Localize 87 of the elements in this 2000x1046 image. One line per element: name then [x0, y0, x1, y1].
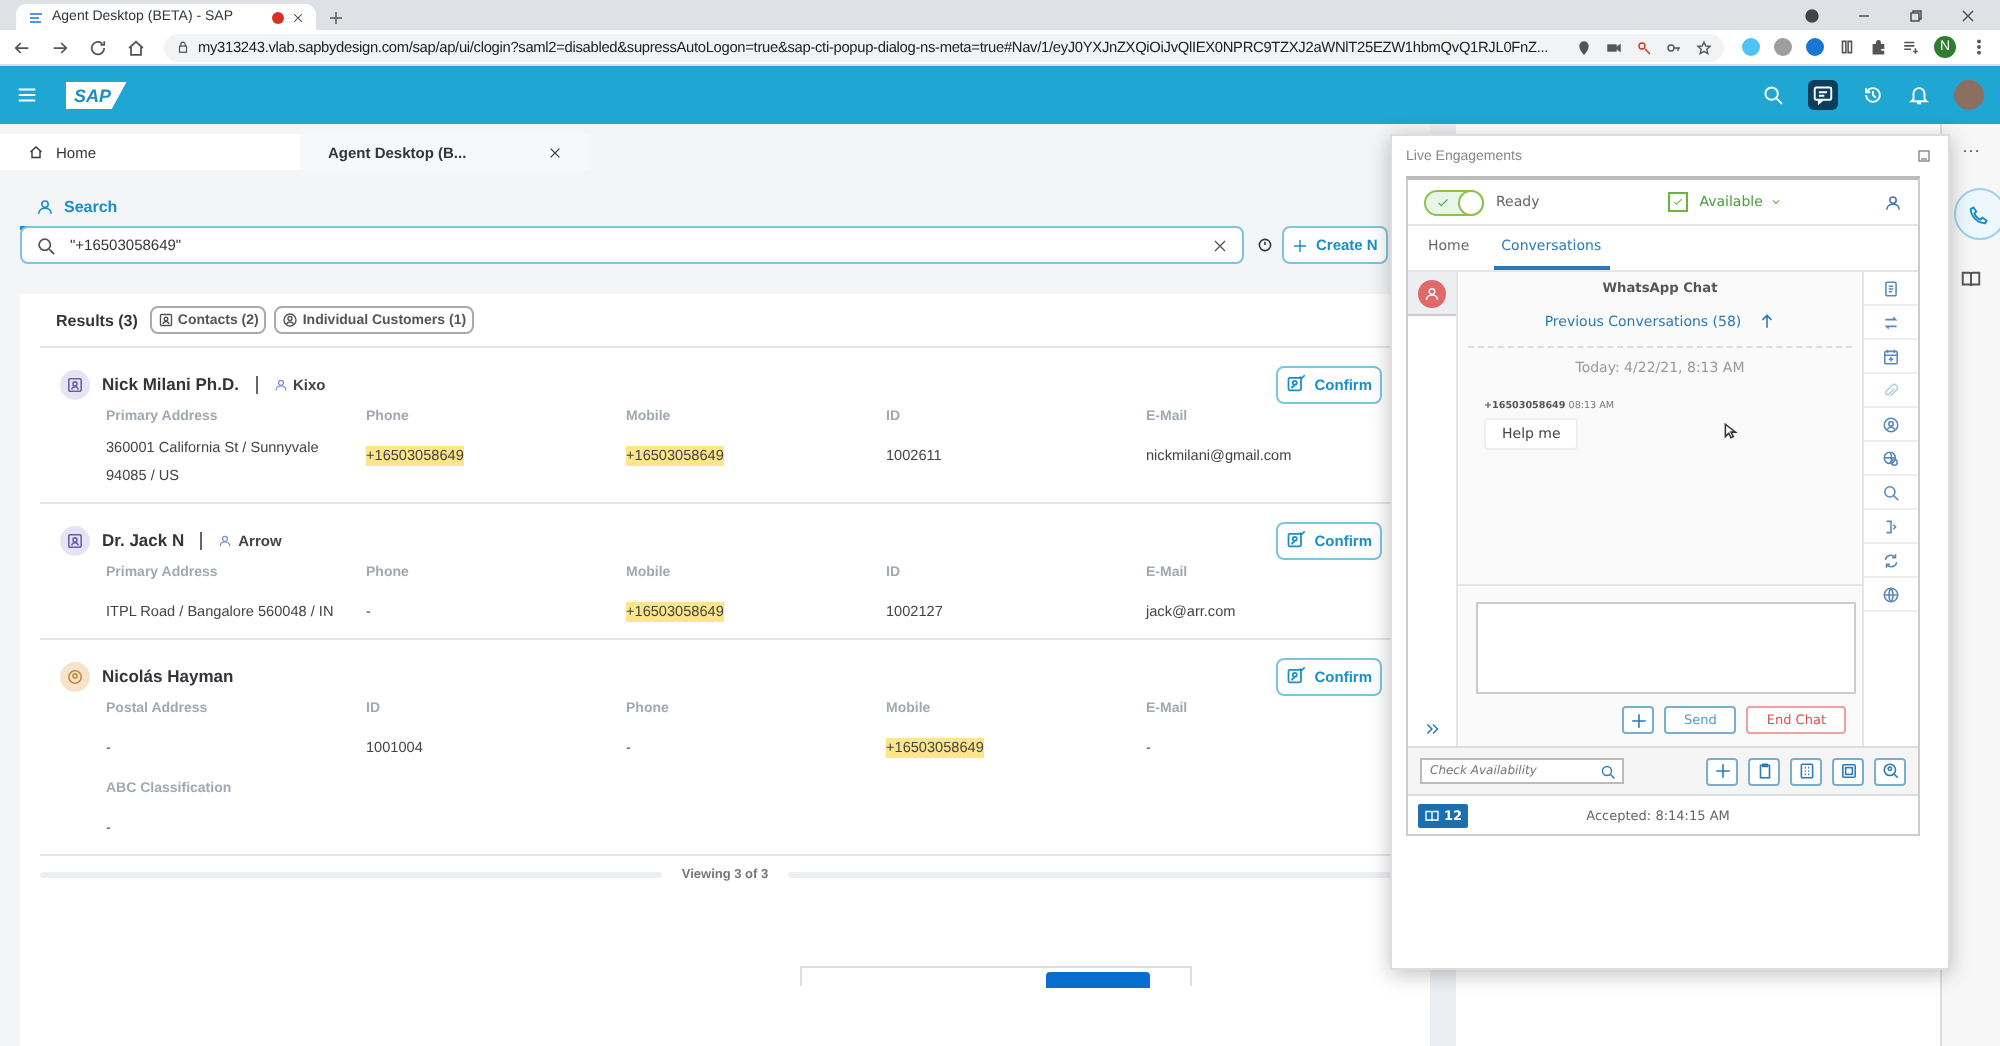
message-input[interactable]	[1476, 602, 1856, 694]
camera-icon[interactable]	[1606, 39, 1622, 55]
arrow-up-icon[interactable]	[1757, 312, 1776, 330]
sap-logo[interactable]: SAP	[66, 81, 128, 109]
toolbar-button[interactable]	[1790, 757, 1822, 785]
search-icon	[1882, 483, 1900, 501]
toolbar-button[interactable]	[1748, 757, 1780, 785]
book-icon	[1424, 807, 1440, 823]
page-icon	[28, 9, 44, 25]
history-icon[interactable]	[1862, 84, 1884, 106]
result-name[interactable]: Dr. Jack N	[102, 530, 185, 550]
search-person-icon	[1881, 762, 1899, 780]
more-button[interactable]: ···	[1962, 140, 1980, 160]
star-icon[interactable]	[1696, 39, 1712, 55]
clear-icon[interactable]	[1212, 238, 1228, 254]
chat-icon	[1812, 84, 1834, 106]
expand-button[interactable]	[1423, 720, 1441, 738]
toolbar-button[interactable]	[1706, 757, 1738, 785]
contact-icon	[66, 375, 84, 393]
contact-icon	[66, 531, 84, 549]
search-icon	[36, 236, 56, 256]
person-icon	[282, 312, 299, 328]
key-icon[interactable]	[1666, 39, 1682, 55]
playlist-icon[interactable]	[1902, 38, 1920, 56]
chat-button[interactable]	[1808, 80, 1838, 110]
person-icon[interactable]	[1884, 193, 1902, 211]
person-icon	[1882, 415, 1900, 433]
home-icon[interactable]	[126, 37, 146, 57]
close-icon[interactable]	[292, 11, 304, 23]
calendar-icon	[1882, 347, 1900, 365]
globe-icon	[1882, 585, 1900, 603]
reload-icon[interactable]	[88, 37, 108, 57]
plus-icon	[1629, 711, 1648, 729]
results-count: Results (3)	[56, 311, 138, 329]
session-item[interactable]	[1408, 272, 1456, 316]
bell-icon[interactable]	[1908, 84, 1930, 106]
new-tab-icon[interactable]	[328, 10, 344, 26]
person-icon	[66, 667, 84, 685]
check-icon	[1671, 196, 1684, 208]
clipboard-icon	[1755, 762, 1773, 780]
availability-checkbox[interactable]	[1667, 192, 1688, 212]
keypad-icon	[1797, 762, 1815, 780]
recording-icon	[272, 11, 284, 23]
contact-icon	[157, 312, 174, 328]
puzzle-icon[interactable]	[1870, 38, 1888, 56]
close-icon[interactable]	[548, 145, 562, 159]
person-search-icon	[36, 198, 54, 216]
search-icon	[1600, 763, 1616, 779]
confirm-icon	[1286, 666, 1307, 686]
refresh-icon	[1882, 551, 1900, 569]
forward-icon[interactable]	[50, 37, 70, 57]
home-icon	[28, 144, 44, 160]
globe-search-icon	[1882, 449, 1900, 467]
minimize-icon[interactable]	[1916, 148, 1932, 164]
record-icon[interactable]	[1804, 7, 1820, 23]
caret-icon[interactable]	[1770, 196, 1783, 208]
attachment-icon	[1882, 381, 1900, 399]
book-icon[interactable]	[1960, 268, 1982, 290]
lock-icon	[176, 40, 190, 54]
toolbar-button[interactable]	[1874, 757, 1906, 785]
plus-icon	[1713, 762, 1731, 780]
extension-icon[interactable]	[1838, 38, 1856, 56]
document-icon	[1882, 279, 1900, 297]
call-button[interactable]	[1953, 188, 2000, 240]
location-icon[interactable]	[1576, 39, 1592, 55]
cursor-icon	[1722, 422, 1741, 440]
double-chevron-icon	[1423, 720, 1441, 738]
check-icon	[1436, 195, 1450, 209]
restore-icon[interactable]	[1908, 7, 1924, 23]
toolbar-button[interactable]	[1832, 757, 1864, 785]
confirm-icon	[1286, 374, 1307, 394]
transfer-icon	[1882, 313, 1900, 331]
close-icon[interactable]	[1960, 7, 1976, 23]
plus-icon	[1292, 237, 1308, 253]
account-icon	[273, 377, 287, 391]
result-name[interactable]: Nick Milani Ph.D.	[102, 374, 239, 394]
confirm-icon	[1286, 530, 1307, 550]
add-button[interactable]	[1622, 706, 1655, 734]
account-icon	[218, 533, 233, 547]
ready-toggle[interactable]	[1424, 189, 1484, 215]
phone-icon	[1968, 203, 1990, 225]
reset-icon[interactable]	[1256, 236, 1274, 254]
person-icon	[1424, 285, 1440, 301]
back-icon[interactable]	[12, 37, 32, 57]
search-icon[interactable]	[1762, 84, 1784, 106]
menu-icon[interactable]	[16, 84, 38, 106]
result-name[interactable]: Nicolás Hayman	[102, 666, 234, 686]
